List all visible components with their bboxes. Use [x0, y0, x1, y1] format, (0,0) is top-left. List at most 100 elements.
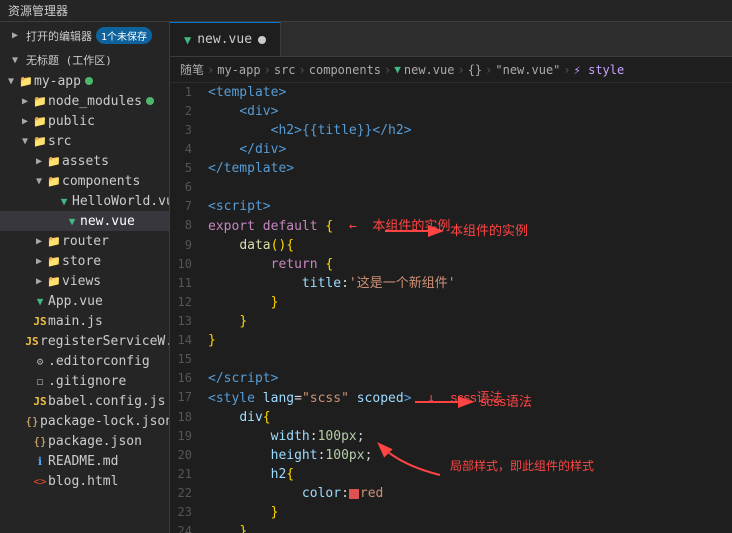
code-line: 22 color:red	[170, 484, 732, 503]
code-line: 16</script>	[170, 369, 732, 388]
line-number: 4	[170, 140, 208, 159]
code-lines: 1<template>2 <div>3 <h2>{{title}}</h2>4 …	[170, 83, 732, 533]
sidebar-item-label: blog.html	[48, 474, 118, 489]
line-content: }	[208, 312, 732, 331]
line-content: color:red	[208, 484, 732, 503]
code-line: 8export default { ← 本组件的实例	[170, 216, 732, 236]
line-number: 20	[170, 446, 208, 465]
unsaved-badge: 1个未保存	[96, 27, 152, 44]
folder-icon: 📁	[32, 133, 48, 149]
sidebar-item-views[interactable]: ▶ 📁 views	[0, 271, 169, 291]
open-editors-title[interactable]: ▶ 打开的编辑器 1个未保存	[0, 24, 169, 47]
sidebar-item-new-vue[interactable]: ▶ ▼ new.vue	[0, 211, 169, 231]
chevron-icon: ▼	[32, 176, 46, 187]
line-content: }	[208, 293, 732, 312]
json-file-icon: {}	[24, 413, 40, 429]
line-number: 19	[170, 427, 208, 446]
code-line: 12 }	[170, 293, 732, 312]
crumb-my-app: my-app	[217, 63, 260, 77]
line-content: }	[208, 503, 732, 522]
vue-file-icon: ▼	[64, 213, 80, 229]
line-content: export default { ← 本组件的实例	[208, 216, 732, 236]
sidebar-item-package-lock[interactable]: ▶ {} package-lock.json	[0, 411, 169, 431]
sidebar-item-router[interactable]: ▶ 📁 router	[0, 231, 169, 251]
readme-file-icon: ℹ	[32, 453, 48, 469]
title-bar: 资源管理器	[0, 0, 732, 22]
sidebar-item-src[interactable]: ▼ 📁 src	[0, 131, 169, 151]
sidebar-item-public[interactable]: ▶ 📁 public	[0, 111, 169, 131]
sidebar-item-assets[interactable]: ▶ 📁 assets	[0, 151, 169, 171]
folder-icon: 📁	[32, 93, 48, 109]
sidebar-item-app-vue[interactable]: ▶ ▼ App.vue	[0, 291, 169, 311]
workspace-title[interactable]: ▼ 无标题 (工作区)	[0, 49, 169, 71]
sidebar-item-register-service[interactable]: ▶ JS registerServiceW...	[0, 331, 169, 351]
sidebar-item-label: public	[48, 114, 95, 129]
folder-icon: 📁	[46, 233, 62, 249]
code-line: 2 <div>	[170, 102, 732, 121]
sidebar-item-readme[interactable]: ▶ ℹ README.md	[0, 451, 169, 471]
line-number: 24	[170, 522, 208, 533]
sidebar-item-label: package.json	[48, 434, 142, 449]
sidebar-item-label: views	[62, 274, 101, 289]
sidebar-item-editorconfig[interactable]: ▶ ⚙ .editorconfig	[0, 351, 169, 371]
chevron-icon: ▶	[32, 256, 46, 267]
line-number: 7	[170, 197, 208, 216]
sep4: ›	[384, 63, 391, 77]
line-number: 15	[170, 350, 208, 369]
sidebar-item-label: .gitignore	[48, 374, 126, 389]
code-line: 17<style lang="scss" scoped> ↓ scss语法	[170, 388, 732, 408]
js-file-icon: JS	[32, 313, 48, 329]
line-number: 5	[170, 159, 208, 178]
line-content: height:100px;	[208, 446, 732, 465]
open-editors-label: 打开的编辑器	[26, 28, 92, 44]
sidebar-item-label: src	[48, 134, 71, 149]
line-number: 11	[170, 274, 208, 293]
sidebar-item-label: babel.config.js	[48, 394, 165, 409]
crumb-newvue: new.vue	[404, 63, 455, 77]
sidebar-item-label: HelloWorld.vue	[72, 194, 170, 209]
line-content: <h2>{{title}}</h2>	[208, 121, 732, 140]
code-line: 15	[170, 350, 732, 369]
line-number: 9	[170, 236, 208, 255]
code-line: 10 return {	[170, 255, 732, 274]
vue-file-icon: ▼	[56, 193, 72, 209]
sidebar-item-gitignore[interactable]: ▶ ◻ .gitignore	[0, 371, 169, 391]
sidebar-item-store[interactable]: ▶ 📁 store	[0, 251, 169, 271]
sidebar-item-helloworld[interactable]: ▶ ▼ HelloWorld.vue	[0, 191, 169, 211]
sidebar-item-my-app[interactable]: ▼ 📁 my-app	[0, 71, 169, 91]
sidebar-item-node-modules[interactable]: ▶ 📁 node_modules	[0, 91, 169, 111]
line-content: return {	[208, 255, 732, 274]
tab-new-vue[interactable]: ▼ new.vue	[170, 22, 281, 56]
code-line: 5</template>	[170, 159, 732, 178]
sep2: ›	[264, 63, 271, 77]
line-content: }	[208, 522, 732, 533]
line-number: 22	[170, 484, 208, 503]
open-editors-chevron: ▶	[8, 30, 22, 41]
sidebar-item-main-js[interactable]: ▶ JS main.js	[0, 311, 169, 331]
code-line: 1<template>	[170, 83, 732, 102]
sidebar-item-package-json[interactable]: ▶ {} package.json	[0, 431, 169, 451]
sidebar-item-babel[interactable]: ▶ JS babel.config.js	[0, 391, 169, 411]
editor-area: ▼ new.vue 随笔 › my-app › src › components…	[170, 22, 732, 533]
code-area[interactable]: 1<template>2 <div>3 <h2>{{title}}</h2>4 …	[170, 83, 732, 533]
line-number: 17	[170, 388, 208, 407]
line-content: <div>	[208, 102, 732, 121]
line-number: 3	[170, 121, 208, 140]
folder-icon: 📁	[32, 113, 48, 129]
text-file-icon: ◻	[32, 373, 48, 389]
chevron-icon: ▼	[4, 76, 18, 87]
sidebar-item-components[interactable]: ▼ 📁 components	[0, 171, 169, 191]
unsaved-dot	[258, 36, 266, 44]
chevron-icon: ▼	[18, 136, 32, 147]
main-layout: ▶ 打开的编辑器 1个未保存 ▼ 无标题 (工作区) ▼ 📁 my-app ▶ …	[0, 22, 732, 533]
sidebar-item-label: package-lock.json	[40, 414, 170, 429]
line-content: </div>	[208, 140, 732, 159]
code-line: 13 }	[170, 312, 732, 331]
js-file-icon: JS	[32, 393, 48, 409]
line-number: 14	[170, 331, 208, 350]
line-number: 10	[170, 255, 208, 274]
sidebar-item-blog-html[interactable]: ▶ <> blog.html	[0, 471, 169, 491]
line-content: <template>	[208, 83, 732, 102]
tab-bar: ▼ new.vue	[170, 22, 732, 57]
code-line: 24 }	[170, 522, 732, 533]
